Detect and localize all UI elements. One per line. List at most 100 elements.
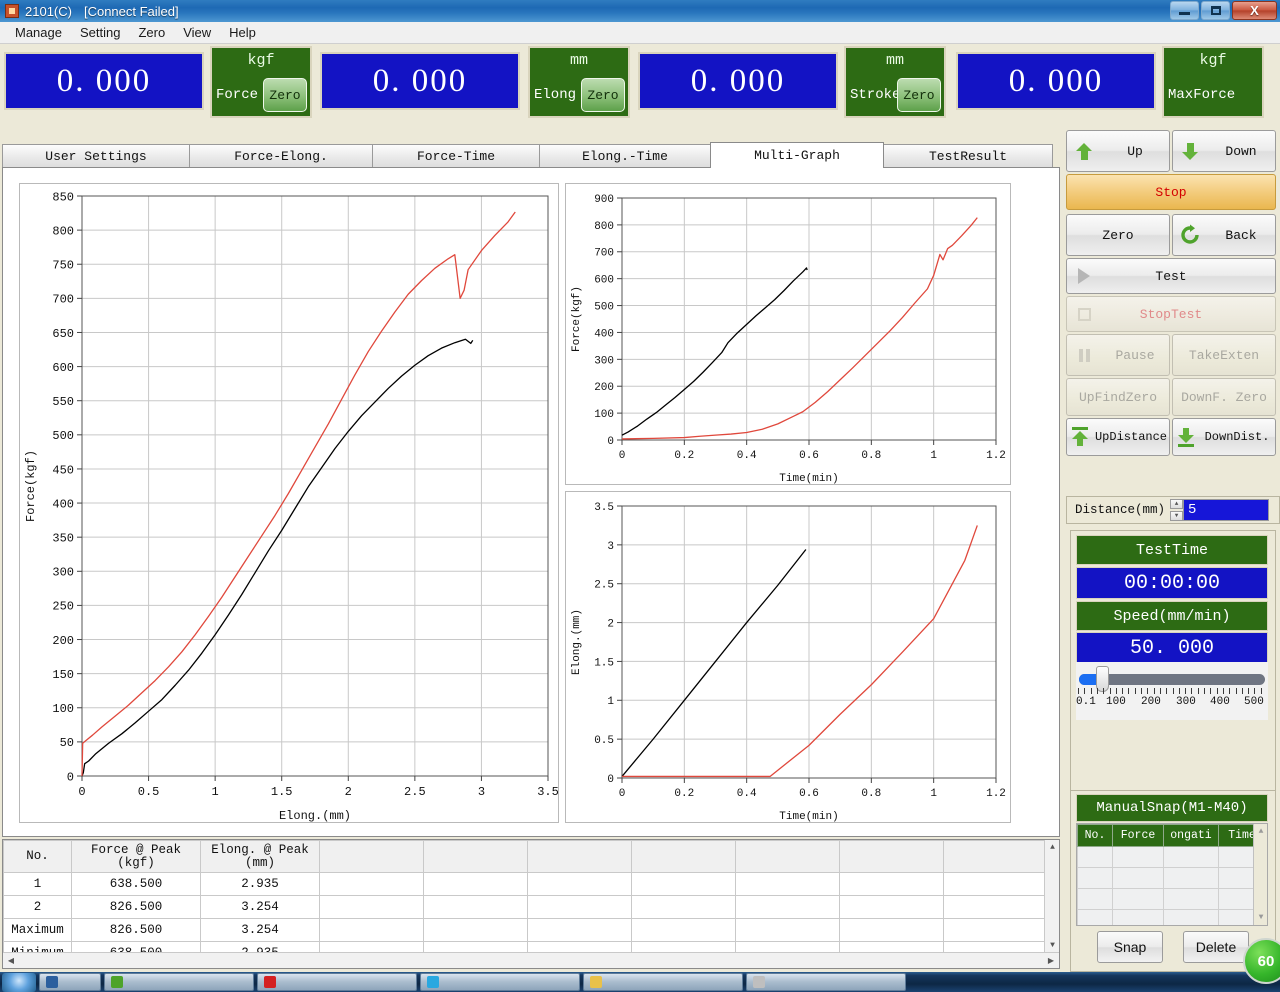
menu-item-view[interactable]: View [174, 23, 220, 42]
tab-user-settings[interactable]: User Settings [2, 144, 190, 168]
table-row[interactable]: 1 638.500 2.935 [3, 872, 1048, 896]
snap-cell [1163, 888, 1219, 910]
down-distance-button[interactable]: DownDist. [1172, 418, 1276, 456]
arrow-up-icon [1067, 142, 1101, 160]
stop-button-label: Stop [1155, 184, 1187, 200]
restore-button[interactable] [1201, 1, 1230, 20]
taskbar-item-2[interactable] [104, 973, 254, 991]
column-header [527, 840, 632, 873]
column-header [319, 840, 424, 873]
scroll-right-icon[interactable]: ▶ [1043, 953, 1059, 968]
snap-button[interactable]: Snap [1097, 931, 1163, 963]
distance-input[interactable]: 5 [1183, 499, 1270, 521]
snap-row[interactable] [1077, 867, 1266, 889]
force-panel: kgf Force Zero [210, 46, 312, 118]
svg-text:3: 3 [607, 541, 614, 553]
table-row[interactable]: Maximum 826.500 3.254 [3, 918, 1048, 942]
svg-text:0.2: 0.2 [674, 450, 694, 462]
slider-label-3: 300 [1176, 696, 1196, 708]
svg-text:850: 850 [52, 190, 74, 204]
menu-item-zero[interactable]: Zero [129, 23, 174, 42]
svg-text:3: 3 [478, 785, 485, 799]
down-button-label: Down [1225, 143, 1257, 159]
table-cell: 2.935 [200, 872, 320, 896]
svg-text:0: 0 [607, 774, 614, 786]
stroke-zero-button[interactable]: Zero [897, 78, 941, 112]
connection-status: [Connect Failed] [83, 3, 179, 19]
svg-text:700: 700 [594, 248, 614, 260]
distance-spinner[interactable]: ▲ ▼ [1170, 499, 1184, 521]
elong-zero-button[interactable]: Zero [581, 78, 625, 112]
slider-ticks [1078, 688, 1266, 695]
scroll-left-icon[interactable]: ◀ [3, 953, 19, 968]
chart-force-time: 0 0.2 0.4 0.6 0.8 1 1.2 0 100 200 300 400 500 600 700 8… [565, 183, 1011, 485]
snap-row[interactable] [1077, 846, 1266, 868]
taskbar-item-6[interactable] [746, 973, 906, 991]
menu-bar: Manage Setting Zero View Help [0, 22, 1280, 44]
svg-text:0.2: 0.2 [674, 788, 694, 800]
speed-slider[interactable]: 0.1 100 200 300 400 500 [1076, 662, 1268, 720]
minimize-button[interactable] [1170, 1, 1199, 20]
tab-test-result[interactable]: TestResult [883, 144, 1053, 168]
slider-label-2: 200 [1141, 696, 1161, 708]
readout-strip: 0. 000 kgf Force Zero 0. 000 mm Elong Ze… [0, 44, 1280, 134]
snap-row[interactable] [1077, 909, 1266, 925]
taskbar-item-4[interactable] [420, 973, 580, 991]
tab-force-time[interactable]: Force-Time [372, 144, 540, 168]
snap-scroll-down-icon[interactable]: ▼ [1254, 910, 1267, 925]
svg-text:200: 200 [52, 634, 74, 648]
close-button[interactable]: X [1232, 1, 1277, 20]
tab-elong-time[interactable]: Elong.-Time [539, 144, 711, 168]
table-cell [631, 895, 736, 919]
table-row[interactable]: 2 826.500 3.254 [3, 895, 1048, 919]
refresh-arrow-icon [1173, 224, 1207, 246]
scroll-up-icon[interactable]: ▲ [1045, 840, 1059, 855]
back-button[interactable]: Back [1172, 214, 1276, 256]
snap-scroll-up-icon[interactable]: ▲ [1254, 824, 1267, 839]
svg-text:500: 500 [52, 429, 74, 443]
svg-text:0.8: 0.8 [861, 450, 881, 462]
test-button[interactable]: Test [1066, 258, 1276, 294]
start-orb-icon[interactable] [2, 972, 36, 992]
svg-text:0.4: 0.4 [737, 788, 757, 800]
up-distance-button[interactable]: UpDistance [1066, 418, 1170, 456]
svg-text:2.5: 2.5 [404, 785, 426, 799]
slider-label-5: 500 [1244, 696, 1264, 708]
svg-text:100: 100 [52, 702, 74, 716]
tab-force-elong[interactable]: Force-Elong. [189, 144, 373, 168]
svg-text:600: 600 [52, 361, 74, 375]
results-horizontal-scrollbar[interactable]: ◀ ▶ [3, 952, 1059, 968]
svg-text:0.5: 0.5 [594, 735, 614, 747]
down-find-zero-button: DownF. Zero [1172, 378, 1276, 416]
menu-item-help[interactable]: Help [220, 23, 265, 42]
delete-button[interactable]: Delete [1183, 931, 1249, 963]
snap-row[interactable] [1077, 888, 1266, 910]
force-zero-button[interactable]: Zero [263, 78, 307, 112]
up-button[interactable]: Up [1066, 130, 1170, 172]
test-time-label: TestTime [1076, 535, 1268, 565]
taskbar-item-5[interactable] [583, 973, 743, 991]
tab-multi-graph[interactable]: Multi-Graph [710, 142, 884, 168]
table-cell [735, 872, 840, 896]
taskbar-item-1[interactable] [39, 973, 101, 991]
stop-test-button: StopTest [1066, 296, 1276, 332]
svg-text:2: 2 [607, 619, 614, 631]
scroll-down-icon[interactable]: ▼ [1045, 938, 1059, 953]
svg-text:650: 650 [52, 327, 74, 341]
table-cell: 2 [3, 895, 72, 919]
manual-snap-block: ManualSnap(M1-M40) No. Force ongati Time ▲ … [1070, 790, 1276, 972]
menu-item-manage[interactable]: Manage [6, 23, 71, 42]
stop-square-icon [1067, 307, 1101, 321]
stop-button[interactable]: Stop [1066, 174, 1276, 210]
snap-vertical-scrollbar[interactable]: ▲ ▼ [1253, 824, 1267, 925]
table-cell [527, 895, 632, 919]
stroke-value-display: 0. 000 [638, 52, 838, 110]
results-vertical-scrollbar[interactable]: ▲ ▼ [1044, 840, 1059, 953]
play-triangle-icon [1067, 268, 1101, 284]
zero-button[interactable]: Zero [1066, 214, 1170, 256]
taskbar-item-3[interactable] [257, 973, 417, 991]
spinner-down-icon[interactable]: ▼ [1170, 511, 1184, 521]
down-button[interactable]: Down [1172, 130, 1276, 172]
menu-item-setting[interactable]: Setting [71, 23, 129, 42]
spinner-up-icon[interactable]: ▲ [1170, 499, 1184, 509]
